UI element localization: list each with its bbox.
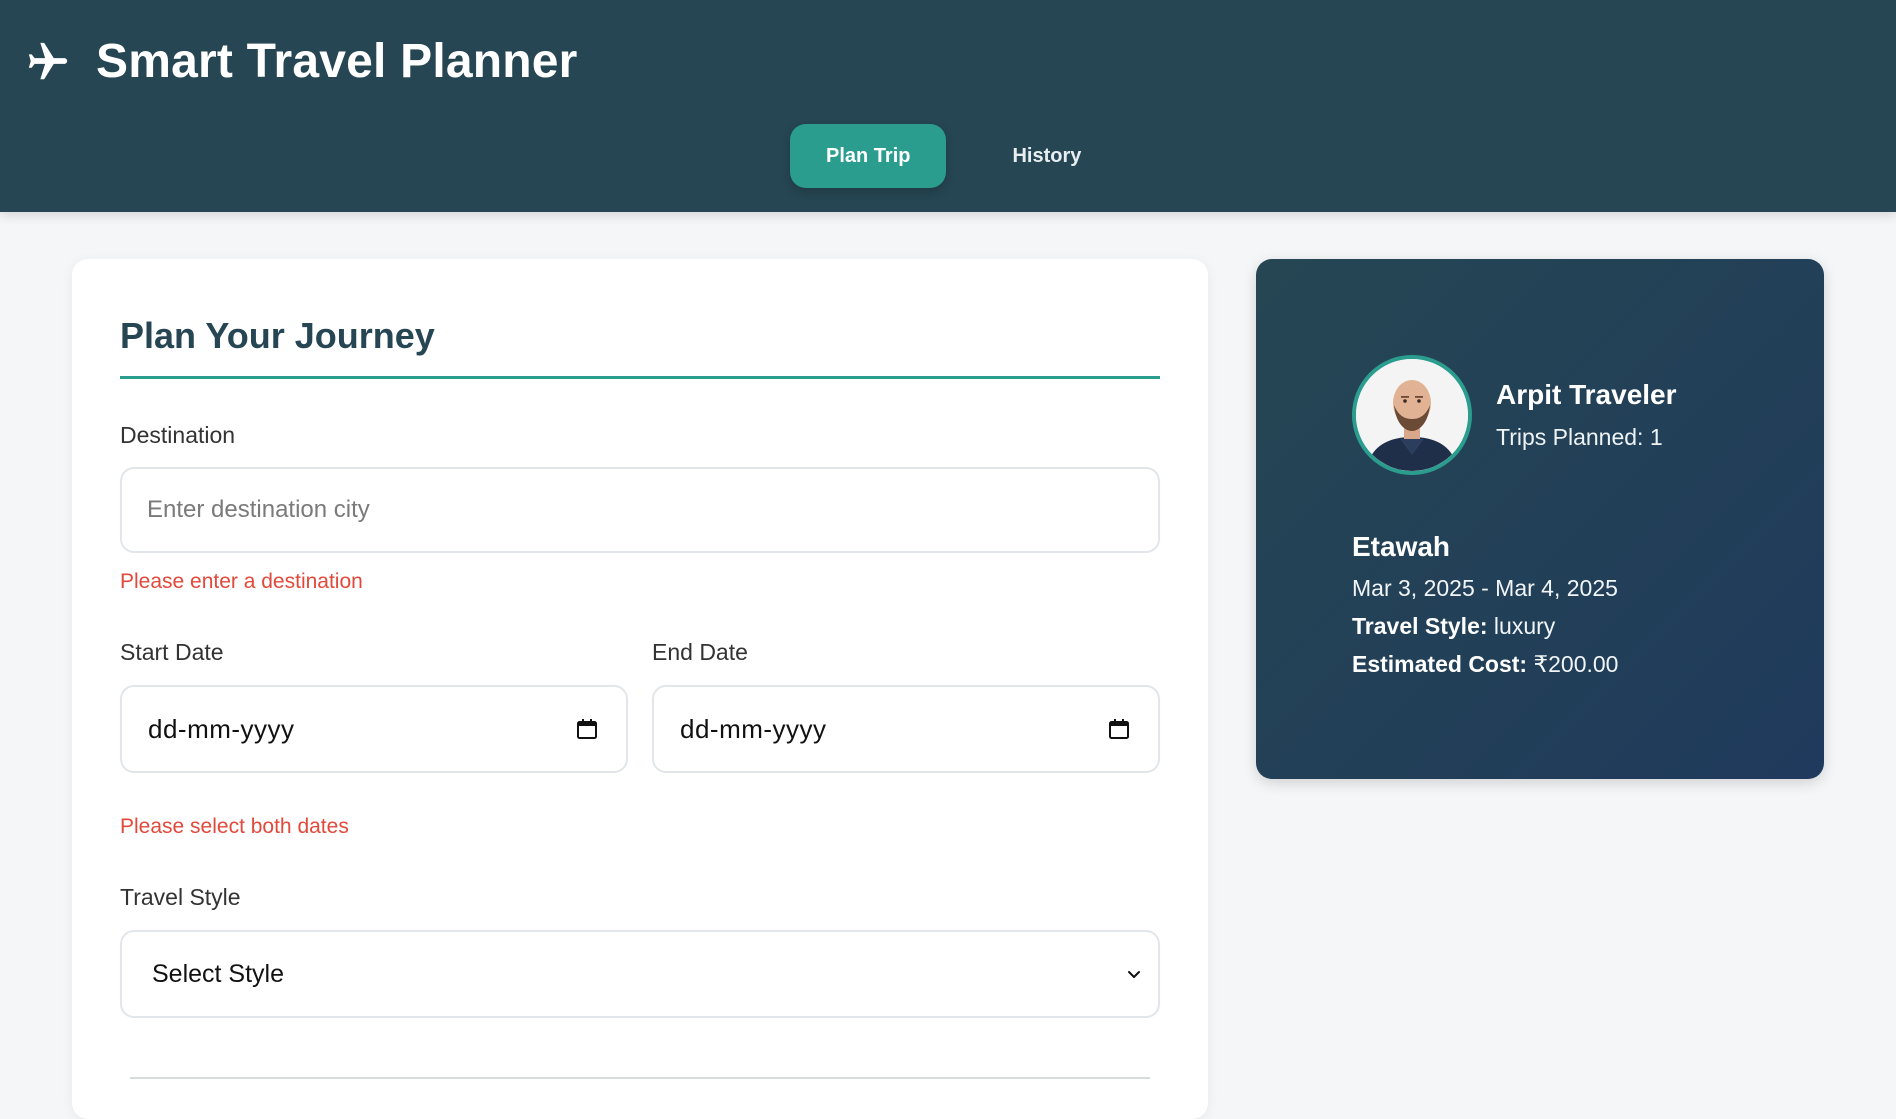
start-date-label: Start Date <box>120 639 224 665</box>
user-name: Arpit Traveler <box>1496 379 1677 410</box>
trip-cost: Estimated Cost: ₹200.00 <box>1352 651 1618 678</box>
trip-destination: Etawah <box>1352 531 1451 562</box>
profile-card: Arpit Traveler Trips Planned: 1 Etawah M… <box>1256 259 1824 779</box>
destination-label: Destination <box>120 422 236 448</box>
app-header: Smart Travel Planner Plan Trip History <box>0 0 1896 212</box>
end-date-label: End Date <box>652 639 748 665</box>
trip-style-label: Travel Style: <box>1352 613 1488 639</box>
history-tab[interactable]: History <box>976 124 1117 188</box>
airplane-icon <box>24 38 72 86</box>
travel-style-label: Travel Style <box>120 884 241 910</box>
main-nav: Plan Trip History <box>790 124 1117 188</box>
title-divider <box>120 376 1160 379</box>
trip-cost-label: Estimated Cost: <box>1352 651 1528 677</box>
plan-trip-tab[interactable]: Plan Trip <box>790 124 947 188</box>
trip-dates: Mar 3, 2025 - Mar 4, 2025 <box>1352 575 1618 601</box>
trips-planned: Trips Planned: 1 <box>1496 424 1663 450</box>
chevron-down-icon <box>1126 960 1142 989</box>
travel-style-value: Select Style <box>152 959 285 988</box>
start-date-value: dd-mm-yyyy <box>148 713 295 744</box>
travel-style-select[interactable]: Select Style <box>120 930 1160 1018</box>
trip-cost-value: ₹200.00 <box>1533 651 1619 677</box>
trip-style-value: luxury <box>1493 613 1556 639</box>
app-title: Smart Travel Planner <box>96 35 578 88</box>
dates-error: Please select both dates <box>120 815 349 838</box>
calendar-icon[interactable] <box>1106 716 1132 742</box>
start-date-input[interactable]: dd-mm-yyyy <box>120 685 628 773</box>
destination-error: Please enter a destination <box>120 570 363 593</box>
calendar-icon[interactable] <box>574 716 600 742</box>
end-date-input[interactable]: dd-mm-yyyy <box>652 685 1160 773</box>
avatar <box>1352 355 1472 475</box>
form-title: Plan Your Journey <box>120 315 435 356</box>
destination-input[interactable] <box>120 467 1160 553</box>
plan-journey-card: Plan Your Journey Destination Please ent… <box>72 259 1208 1119</box>
trip-style: Travel Style: luxury <box>1352 613 1555 640</box>
brand: Smart Travel Planner <box>24 34 578 89</box>
end-date-value: dd-mm-yyyy <box>680 713 827 744</box>
